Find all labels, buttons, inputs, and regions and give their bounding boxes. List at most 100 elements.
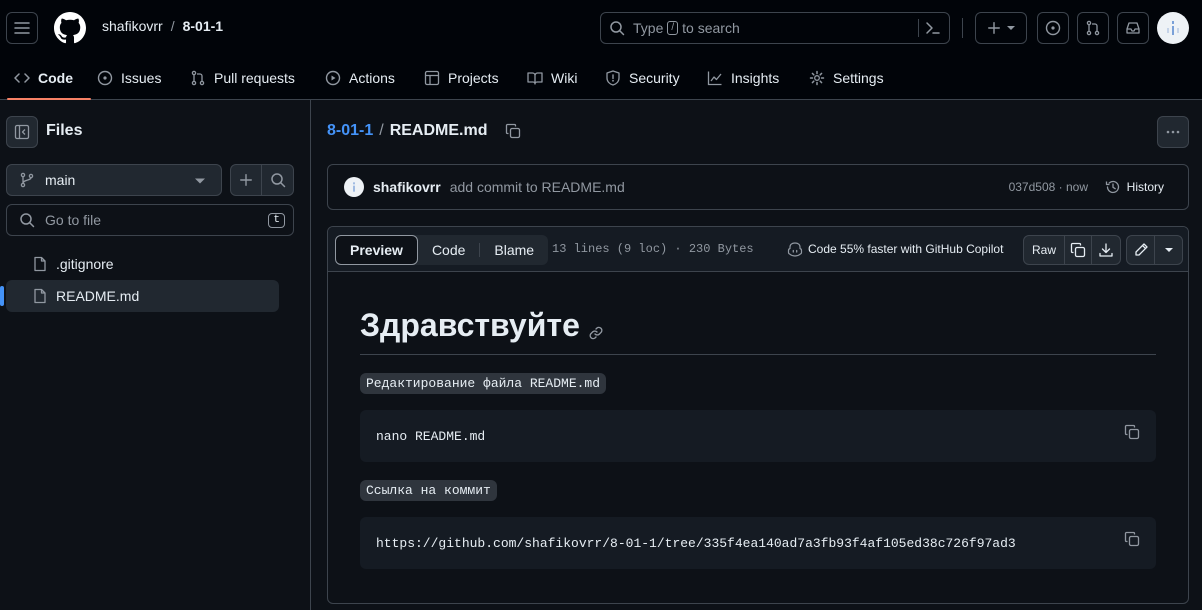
latest-commit-bar: shafikovrr add commit to README.md 037d5… <box>327 164 1189 210</box>
command-palette-icon[interactable] <box>925 20 941 36</box>
pull-requests-button[interactable] <box>1077 12 1109 44</box>
tab-actions[interactable]: Actions <box>325 56 395 99</box>
file-actions-group: Raw <box>1023 235 1121 265</box>
file-name: README.md <box>56 288 140 304</box>
search-files-button[interactable] <box>262 164 294 196</box>
tab-wiki[interactable]: Wiki <box>527 56 577 99</box>
commit-meta-dot: · <box>1058 180 1063 194</box>
tab-code[interactable]: Code <box>7 56 91 100</box>
repo-link[interactable]: 8-01-1 <box>183 18 223 34</box>
file-tree-item-gitignore[interactable]: .gitignore <box>6 248 279 280</box>
tab-settings[interactable]: Settings <box>809 56 884 99</box>
search-input[interactable]: Type / to search <box>600 12 950 44</box>
add-file-button[interactable] <box>230 164 262 196</box>
raw-button[interactable]: Raw <box>1024 236 1065 264</box>
commit-message[interactable]: add commit to README.md <box>450 179 625 195</box>
anchor-link-icon[interactable] <box>588 325 604 341</box>
issue-icon <box>1045 20 1061 36</box>
edit-actions-group <box>1126 235 1183 265</box>
create-new-button[interactable] <box>975 12 1027 44</box>
inbox-button[interactable] <box>1117 12 1149 44</box>
search-shortcut-key: / <box>667 21 679 35</box>
commit-sha[interactable]: 037d508 <box>1009 180 1056 194</box>
menu-button[interactable] <box>6 12 38 44</box>
owner-link[interactable]: shafikovrr <box>102 18 163 34</box>
download-button[interactable] <box>1092 236 1120 264</box>
issues-button[interactable] <box>1037 12 1069 44</box>
file-path-breadcrumb: 8-01-1 / README.md <box>327 122 521 140</box>
sidebar-title: Files <box>46 122 83 139</box>
triangle-down-icon <box>1007 26 1015 30</box>
git-branch-icon <box>20 172 34 188</box>
download-icon <box>1099 243 1113 257</box>
graph-icon <box>707 71 722 85</box>
header-breadcrumb: shafikovrr / 8-01-1 <box>102 18 223 34</box>
file-viewer: Preview Code Blame 13 lines (9 loc) · 23… <box>327 226 1189 604</box>
branch-selector[interactable]: main <box>6 164 222 196</box>
copy-icon[interactable] <box>1124 531 1140 547</box>
pull-request-icon <box>191 70 205 85</box>
search-icon <box>270 173 285 188</box>
history-button[interactable]: History <box>1105 179 1164 195</box>
tab-insights[interactable]: Insights <box>707 56 779 99</box>
hamburger-icon <box>14 22 30 34</box>
more-options-button[interactable] <box>1157 116 1189 148</box>
play-icon <box>325 70 341 85</box>
tab-projects[interactable]: Projects <box>424 56 499 99</box>
path-separator: / <box>379 122 384 139</box>
tab-label: Insights <box>731 69 780 86</box>
pencil-icon <box>1134 243 1148 256</box>
tab-preview[interactable]: Preview <box>335 235 418 265</box>
copy-icon[interactable] <box>1124 424 1140 440</box>
repo-nav: Code Issues Pull requests Actions Projec… <box>0 56 1202 100</box>
tab-security[interactable]: Security <box>605 56 680 99</box>
copy-icon[interactable] <box>505 123 521 139</box>
github-logo-icon[interactable] <box>54 12 86 44</box>
branch-name: main <box>45 172 76 188</box>
plus-icon <box>988 22 1000 34</box>
inline-code-edit: Редактирование файла README.md <box>360 373 607 394</box>
commit-author-avatar[interactable] <box>344 177 364 197</box>
user-avatar[interactable] <box>1157 12 1189 44</box>
collapse-sidebar-button[interactable] <box>6 116 38 148</box>
code-block-nano: nano README.md <box>360 410 1156 462</box>
copy-raw-button[interactable] <box>1065 236 1092 264</box>
copilot-promo-text: Code 55% faster with GitHub Copilot <box>808 242 1004 256</box>
file-header: Preview Code Blame 13 lines (9 loc) · 23… <box>328 227 1188 272</box>
header-divider <box>962 18 963 38</box>
triangle-down-icon <box>1164 248 1173 252</box>
tab-label: Code <box>38 69 73 86</box>
inbox-icon <box>1126 22 1140 34</box>
search-placeholder-prefix: Type <box>633 20 664 36</box>
file-tree-sidebar: Files main Go to file t .gitignore READM… <box>0 100 311 610</box>
copilot-promo[interactable]: Code 55% faster with GitHub Copilot <box>787 241 1003 257</box>
gear-icon <box>809 70 825 85</box>
tab-code-view[interactable]: Code <box>418 235 479 265</box>
commit-author[interactable]: shafikovrr <box>373 179 441 195</box>
tab-pull-requests[interactable]: Pull requests <box>190 56 295 99</box>
go-to-file-shortcut: t <box>268 213 285 228</box>
tab-label: Security <box>629 69 680 86</box>
tab-label: Wiki <box>551 69 578 86</box>
edit-file-button[interactable] <box>1127 236 1155 264</box>
search-icon <box>610 21 625 36</box>
file-tree-item-readme[interactable]: README.md <box>0 280 279 312</box>
tab-issues[interactable]: Issues <box>97 56 161 99</box>
go-to-file-placeholder: Go to file <box>45 212 102 228</box>
tab-blame[interactable]: Blame <box>480 235 548 265</box>
code-icon <box>14 72 30 83</box>
triangle-down-icon <box>195 178 205 184</box>
copilot-icon <box>787 242 803 257</box>
plus-icon <box>240 174 252 186</box>
tab-label: Issues <box>121 69 162 86</box>
go-to-file-input[interactable]: Go to file t <box>6 204 294 236</box>
heading-text: Здравствуйте <box>360 307 580 343</box>
sidebar-collapse-icon <box>14 124 30 140</box>
path-repo-link[interactable]: 8-01-1 <box>327 122 373 140</box>
avatar-identicon-icon <box>353 182 355 192</box>
edit-options-button[interactable] <box>1155 236 1182 264</box>
breadcrumb-separator: / <box>170 18 175 34</box>
top-header: shafikovrr / 8-01-1 Type / to search <box>0 0 1202 56</box>
pull-request-icon <box>1086 20 1100 36</box>
code-block-text: https://github.com/shafikovrr/8-01-1/tre… <box>376 535 1016 551</box>
